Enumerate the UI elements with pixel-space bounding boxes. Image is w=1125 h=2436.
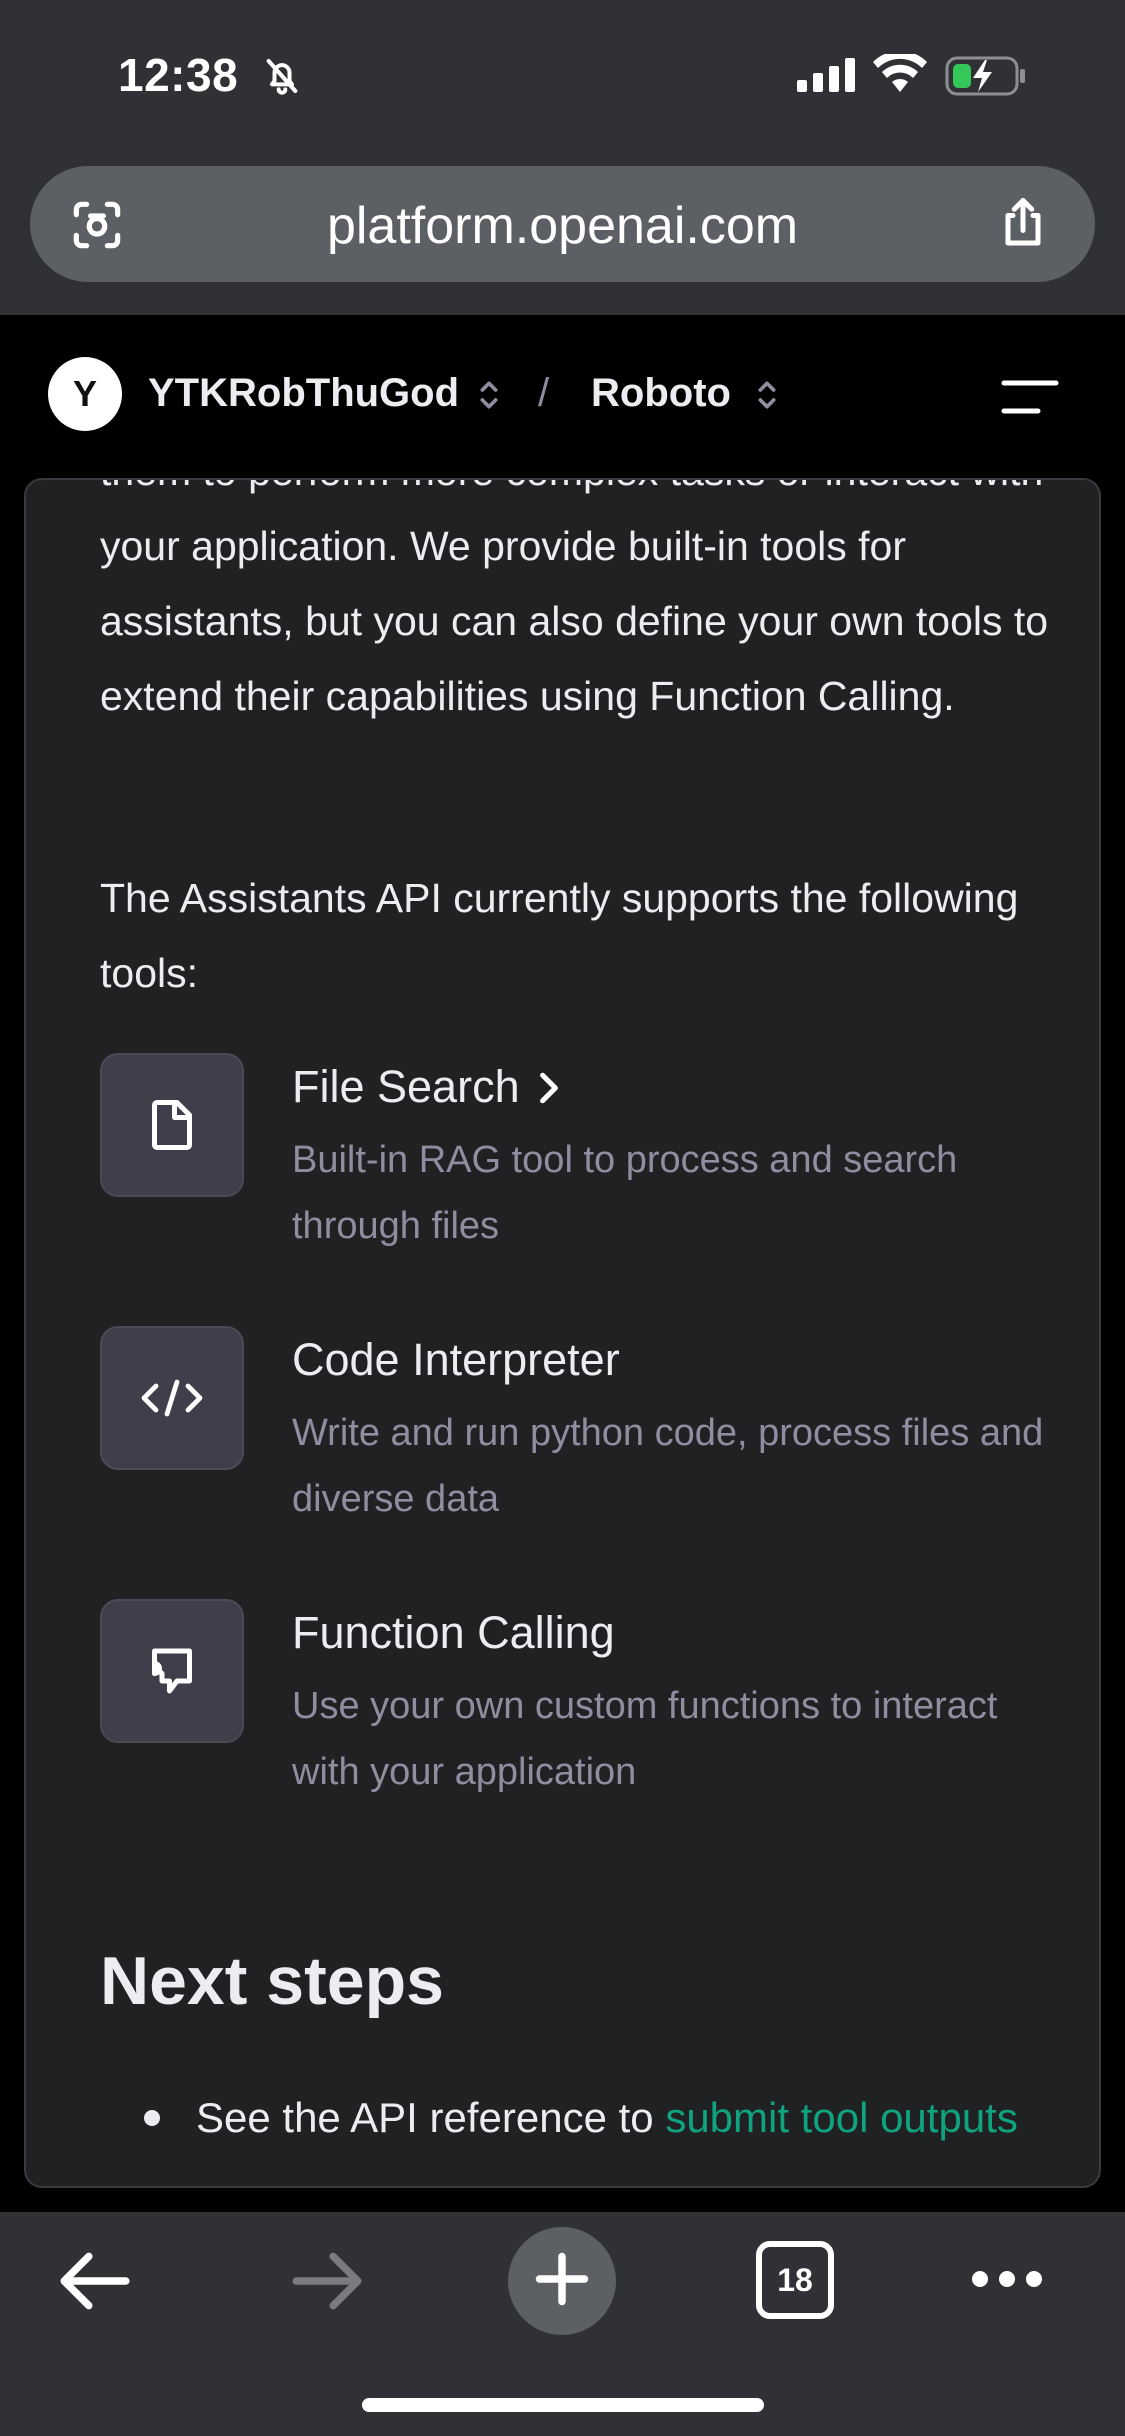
- tool-function-calling: Function Calling Use your own custom fun…: [100, 1599, 1060, 1799]
- content-card: them to perform more complex tasks or in…: [24, 478, 1101, 2188]
- code-icon: [100, 1326, 244, 1470]
- tool-title: Function Calling: [292, 1607, 615, 1658]
- file-icon: [100, 1053, 244, 1197]
- next-steps-heading: Next steps: [100, 1943, 444, 2019]
- back-arrow-icon[interactable]: [58, 2250, 132, 2317]
- tool-file-search[interactable]: File Search Built-in RAG tool to process…: [100, 1053, 1060, 1253]
- project-switcher[interactable]: Roboto: [591, 371, 731, 416]
- browser-toolbar: 18: [0, 2212, 1125, 2436]
- tool-description: Use your own custom functions to interac…: [292, 1685, 998, 1793]
- url-text[interactable]: platform.openai.com: [30, 196, 1095, 256]
- tool-title-text[interactable]: File Search: [292, 1061, 520, 1112]
- chevron-up-down-icon[interactable]: [474, 375, 504, 420]
- tool-title: Code Interpreter: [292, 1334, 620, 1385]
- status-bar: 12:38: [0, 0, 1125, 150]
- share-icon[interactable]: [993, 192, 1053, 259]
- status-time: 12:38: [118, 49, 239, 101]
- intro-paragraph: them to perform more complex tasks or in…: [100, 480, 1049, 719]
- plus-icon: [532, 2249, 592, 2314]
- function-icon: [100, 1599, 244, 1743]
- wifi-icon: [872, 50, 928, 99]
- forward-arrow-icon[interactable]: [290, 2250, 364, 2317]
- bell-slash-icon: [262, 56, 302, 101]
- org-switcher[interactable]: YTKRobThuGod: [148, 371, 459, 416]
- submit-tool-outputs-link[interactable]: submit tool outputs: [665, 2094, 1018, 2141]
- chevron-right-icon[interactable]: [536, 1064, 562, 1116]
- tabs-button[interactable]: 18: [756, 2241, 834, 2319]
- tool-description: Write and run python code, process files…: [292, 1412, 1044, 1520]
- cellular-signal-icon: [797, 58, 857, 97]
- tool-title[interactable]: File Search: [292, 1061, 562, 1116]
- tool-description: Built-in RAG tool to process and search …: [292, 1139, 958, 1247]
- tool-code-interpreter: Code Interpreter Write and run python co…: [100, 1326, 1060, 1526]
- browser-address-area: platform.openai.com: [0, 150, 1125, 315]
- avatar[interactable]: Y: [48, 357, 122, 431]
- tools-intro-paragraph: The Assistants API currently supports th…: [100, 875, 1019, 996]
- more-icon[interactable]: [970, 2268, 1044, 2295]
- new-tab-button[interactable]: [508, 2227, 616, 2335]
- next-steps-item-text: See the API reference to: [196, 2094, 666, 2141]
- chevron-up-down-icon[interactable]: [752, 375, 782, 420]
- address-bar[interactable]: platform.openai.com: [30, 166, 1095, 282]
- breadcrumb-separator: /: [538, 371, 550, 415]
- platform-header: Y YTKRobThuGod / Roboto: [0, 315, 1125, 480]
- battery-charging-icon: [945, 56, 1027, 101]
- menu-icon[interactable]: [1000, 377, 1060, 422]
- next-steps-item: See the API reference to submit tool out…: [196, 2080, 1056, 2155]
- bullet-point: [144, 2110, 160, 2126]
- home-indicator: [362, 2398, 764, 2412]
